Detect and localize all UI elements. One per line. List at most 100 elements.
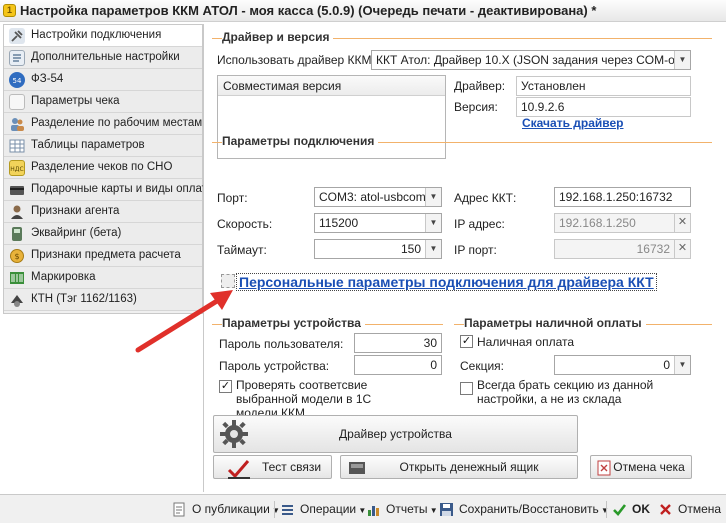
clear-icon[interactable]: ✕ <box>674 214 690 232</box>
chevron-down-icon[interactable]: ▼ <box>425 240 441 258</box>
device-password-input[interactable]: 0 <box>354 355 442 375</box>
timeout-input[interactable]: 150 ▼ <box>314 239 442 259</box>
download-driver-link[interactable]: Скачать драйвер <box>522 116 624 130</box>
svg-text:$: $ <box>14 252 19 261</box>
driver-select-value: ККТ Атол: Драйвер 10.X (JSON задания чер… <box>376 53 691 67</box>
ip-port-value: 16732 <box>636 242 670 256</box>
sidebar-item-sno[interactable]: НДС Разделение чеков по СНО <box>4 157 202 179</box>
sidebar-item-label: КТН (Тэг 1162/1163) <box>31 293 137 305</box>
speed-value: 115200 <box>319 216 359 230</box>
always-section-checkbox[interactable] <box>460 382 473 395</box>
checkmark-icon <box>226 458 252 487</box>
title-bar: 1 Настройка параметров ККМ АТОЛ - моя ка… <box>0 0 726 22</box>
sidebar-item-label: Таблицы параметров <box>31 139 145 151</box>
port-select[interactable]: COM3: atol-usbcom_p ▼ <box>314 187 442 207</box>
sidebar-item-ktn[interactable]: КТН (Тэг 1162/1163) <box>4 289 202 311</box>
ok-button[interactable]: OK <box>612 499 650 520</box>
connection-group-title: Параметры подключения <box>222 134 379 148</box>
cash-group-title: Параметры наличной оплаты <box>464 316 646 330</box>
chevron-down-icon[interactable]: ▼ <box>674 356 690 374</box>
sidebar: Настройки подключения Дополнительные нас… <box>3 24 207 314</box>
reports-icon <box>366 502 381 517</box>
test-connection-button[interactable]: Тест связи <box>213 455 332 479</box>
check-model-label: Проверять соответсвие выбранной модели в… <box>236 378 372 420</box>
user-password-input[interactable]: 30 <box>354 333 442 353</box>
check-model-checkbox[interactable]: ✓ <box>219 380 232 393</box>
sidebar-item-tables[interactable]: Таблицы параметров <box>4 135 202 157</box>
sidebar-item-gift-cards[interactable]: Подарочные карты и виды оплат <box>4 179 207 201</box>
publication-button[interactable]: О публикации ▼ <box>172 499 280 520</box>
close-icon <box>658 502 673 517</box>
personal-connection-params-link[interactable]: Персональные параметры подключения для д… <box>236 273 657 291</box>
sidebar-item-connection[interactable]: Настройки подключения <box>4 25 202 47</box>
toolbar-separator <box>606 501 607 518</box>
check-icon <box>612 502 627 517</box>
sidebar-item-fz54[interactable]: 54 ФЗ-54 <box>4 69 202 91</box>
sidebar-item-label: Эквайринг (бета) <box>31 227 122 239</box>
always-section-label: Всегда брать секцию из данной настройки,… <box>477 378 654 406</box>
window-title: Настройка параметров ККМ АТОЛ - моя касс… <box>20 3 597 18</box>
user-password-label: Пароль пользователя: <box>219 337 344 351</box>
chevron-down-icon[interactable]: ▼ <box>674 51 690 69</box>
bottom-toolbar: О публикации ▼ Операции ▼ Отчеты ▼ Сохра… <box>0 494 726 523</box>
ip-address-value: 192.168.1.250 <box>559 216 636 230</box>
cancel-receipt-icon <box>597 460 611 483</box>
driver-select[interactable]: ККТ Атол: Драйвер 10.X (JSON задания чер… <box>371 50 691 70</box>
ip-address-input[interactable]: 192.168.1.250 ✕ <box>554 213 691 233</box>
sidebar-item-subject[interactable]: $ Признаки предмета расчета <box>4 245 202 267</box>
use-driver-label: Использовать драйвер ККМ: <box>217 53 375 67</box>
sidebar-item-receipt-params[interactable]: Параметры чека <box>4 91 202 113</box>
sidebar-item-agent[interactable]: Признаки агента <box>4 201 202 223</box>
device-driver-button[interactable]: Драйвер устройства <box>213 415 578 453</box>
coin-icon: $ <box>9 248 25 264</box>
sidebar-item-label: Признаки предмета расчета <box>31 249 181 261</box>
sidebar-item-acquiring[interactable]: Эквайринг (бета) <box>4 223 202 245</box>
open-drawer-button[interactable]: Открыть денежный ящик <box>340 455 578 479</box>
ip-port-input[interactable]: 16732 ✕ <box>554 239 691 259</box>
sidebar-item-marking[interactable]: Маркировка <box>4 267 202 289</box>
ok-label: OK <box>632 502 650 516</box>
cancel-receipt-button[interactable]: Отмена чека <box>590 455 692 479</box>
operations-button[interactable]: Операции ▼ <box>280 499 366 520</box>
save-icon <box>439 502 454 517</box>
timeout-label: Таймаут: <box>217 243 267 257</box>
sidebar-item-label: Дополнительные настройки <box>31 51 180 63</box>
open-drawer-label: Открыть денежный ящик <box>399 460 539 474</box>
clear-icon[interactable]: ✕ <box>674 240 690 258</box>
sidebar-item-additional[interactable]: Дополнительные настройки <box>4 47 202 69</box>
barcode-icon <box>9 270 25 286</box>
tax-icon: НДС <box>9 160 25 176</box>
port-value: COM3: atol-usbcom_p <box>319 190 440 204</box>
chevron-down-icon[interactable]: ▼ <box>425 188 441 206</box>
chevron-down-icon[interactable]: ▼ <box>425 214 441 232</box>
chevron-down-icon: ▼ <box>356 506 367 515</box>
sidebar-item-label: ФЗ-54 <box>31 73 64 85</box>
kkt-address-label: Адрес ККТ: <box>454 191 517 205</box>
document-icon <box>172 502 187 517</box>
settings-sheet-icon <box>9 50 25 66</box>
cancel-button[interactable]: Отмена <box>658 499 721 520</box>
agent-icon <box>9 204 25 220</box>
cash-drawer-icon <box>348 460 366 482</box>
receipt-icon <box>9 94 25 110</box>
table-icon <box>9 138 25 154</box>
speed-select[interactable]: 115200 ▼ <box>314 213 442 233</box>
svg-text:НДС: НДС <box>10 166 23 173</box>
timeout-value: 150 <box>400 242 421 256</box>
kkt-address-input[interactable]: 192.168.1.250:16732 <box>554 187 691 207</box>
driver-group-title: Драйвер и версия <box>222 30 334 44</box>
sidebar-item-label: Разделение чеков по СНО <box>31 161 173 173</box>
reports-button[interactable]: Отчеты ▼ <box>366 499 438 520</box>
section-input[interactable]: 0 ▼ <box>554 355 691 375</box>
sidebar-item-label: Признаки агента <box>31 205 120 217</box>
section-value: 0 <box>663 358 670 372</box>
cash-payment-checkbox[interactable]: ✓ <box>460 335 473 348</box>
sidebar-item-label: Маркировка <box>31 271 96 283</box>
sidebar-item-workplaces[interactable]: Разделение по рабочим местам <box>4 113 202 135</box>
toolbar-separator <box>274 501 275 518</box>
fz54-badge-icon: 54 <box>9 72 25 88</box>
save-restore-button[interactable]: Сохранить/Восстановить ▼ <box>439 499 609 520</box>
driver-status-label: Драйвер: <box>454 79 506 93</box>
operations-icon <box>280 502 295 517</box>
svg-text:54: 54 <box>13 77 22 85</box>
